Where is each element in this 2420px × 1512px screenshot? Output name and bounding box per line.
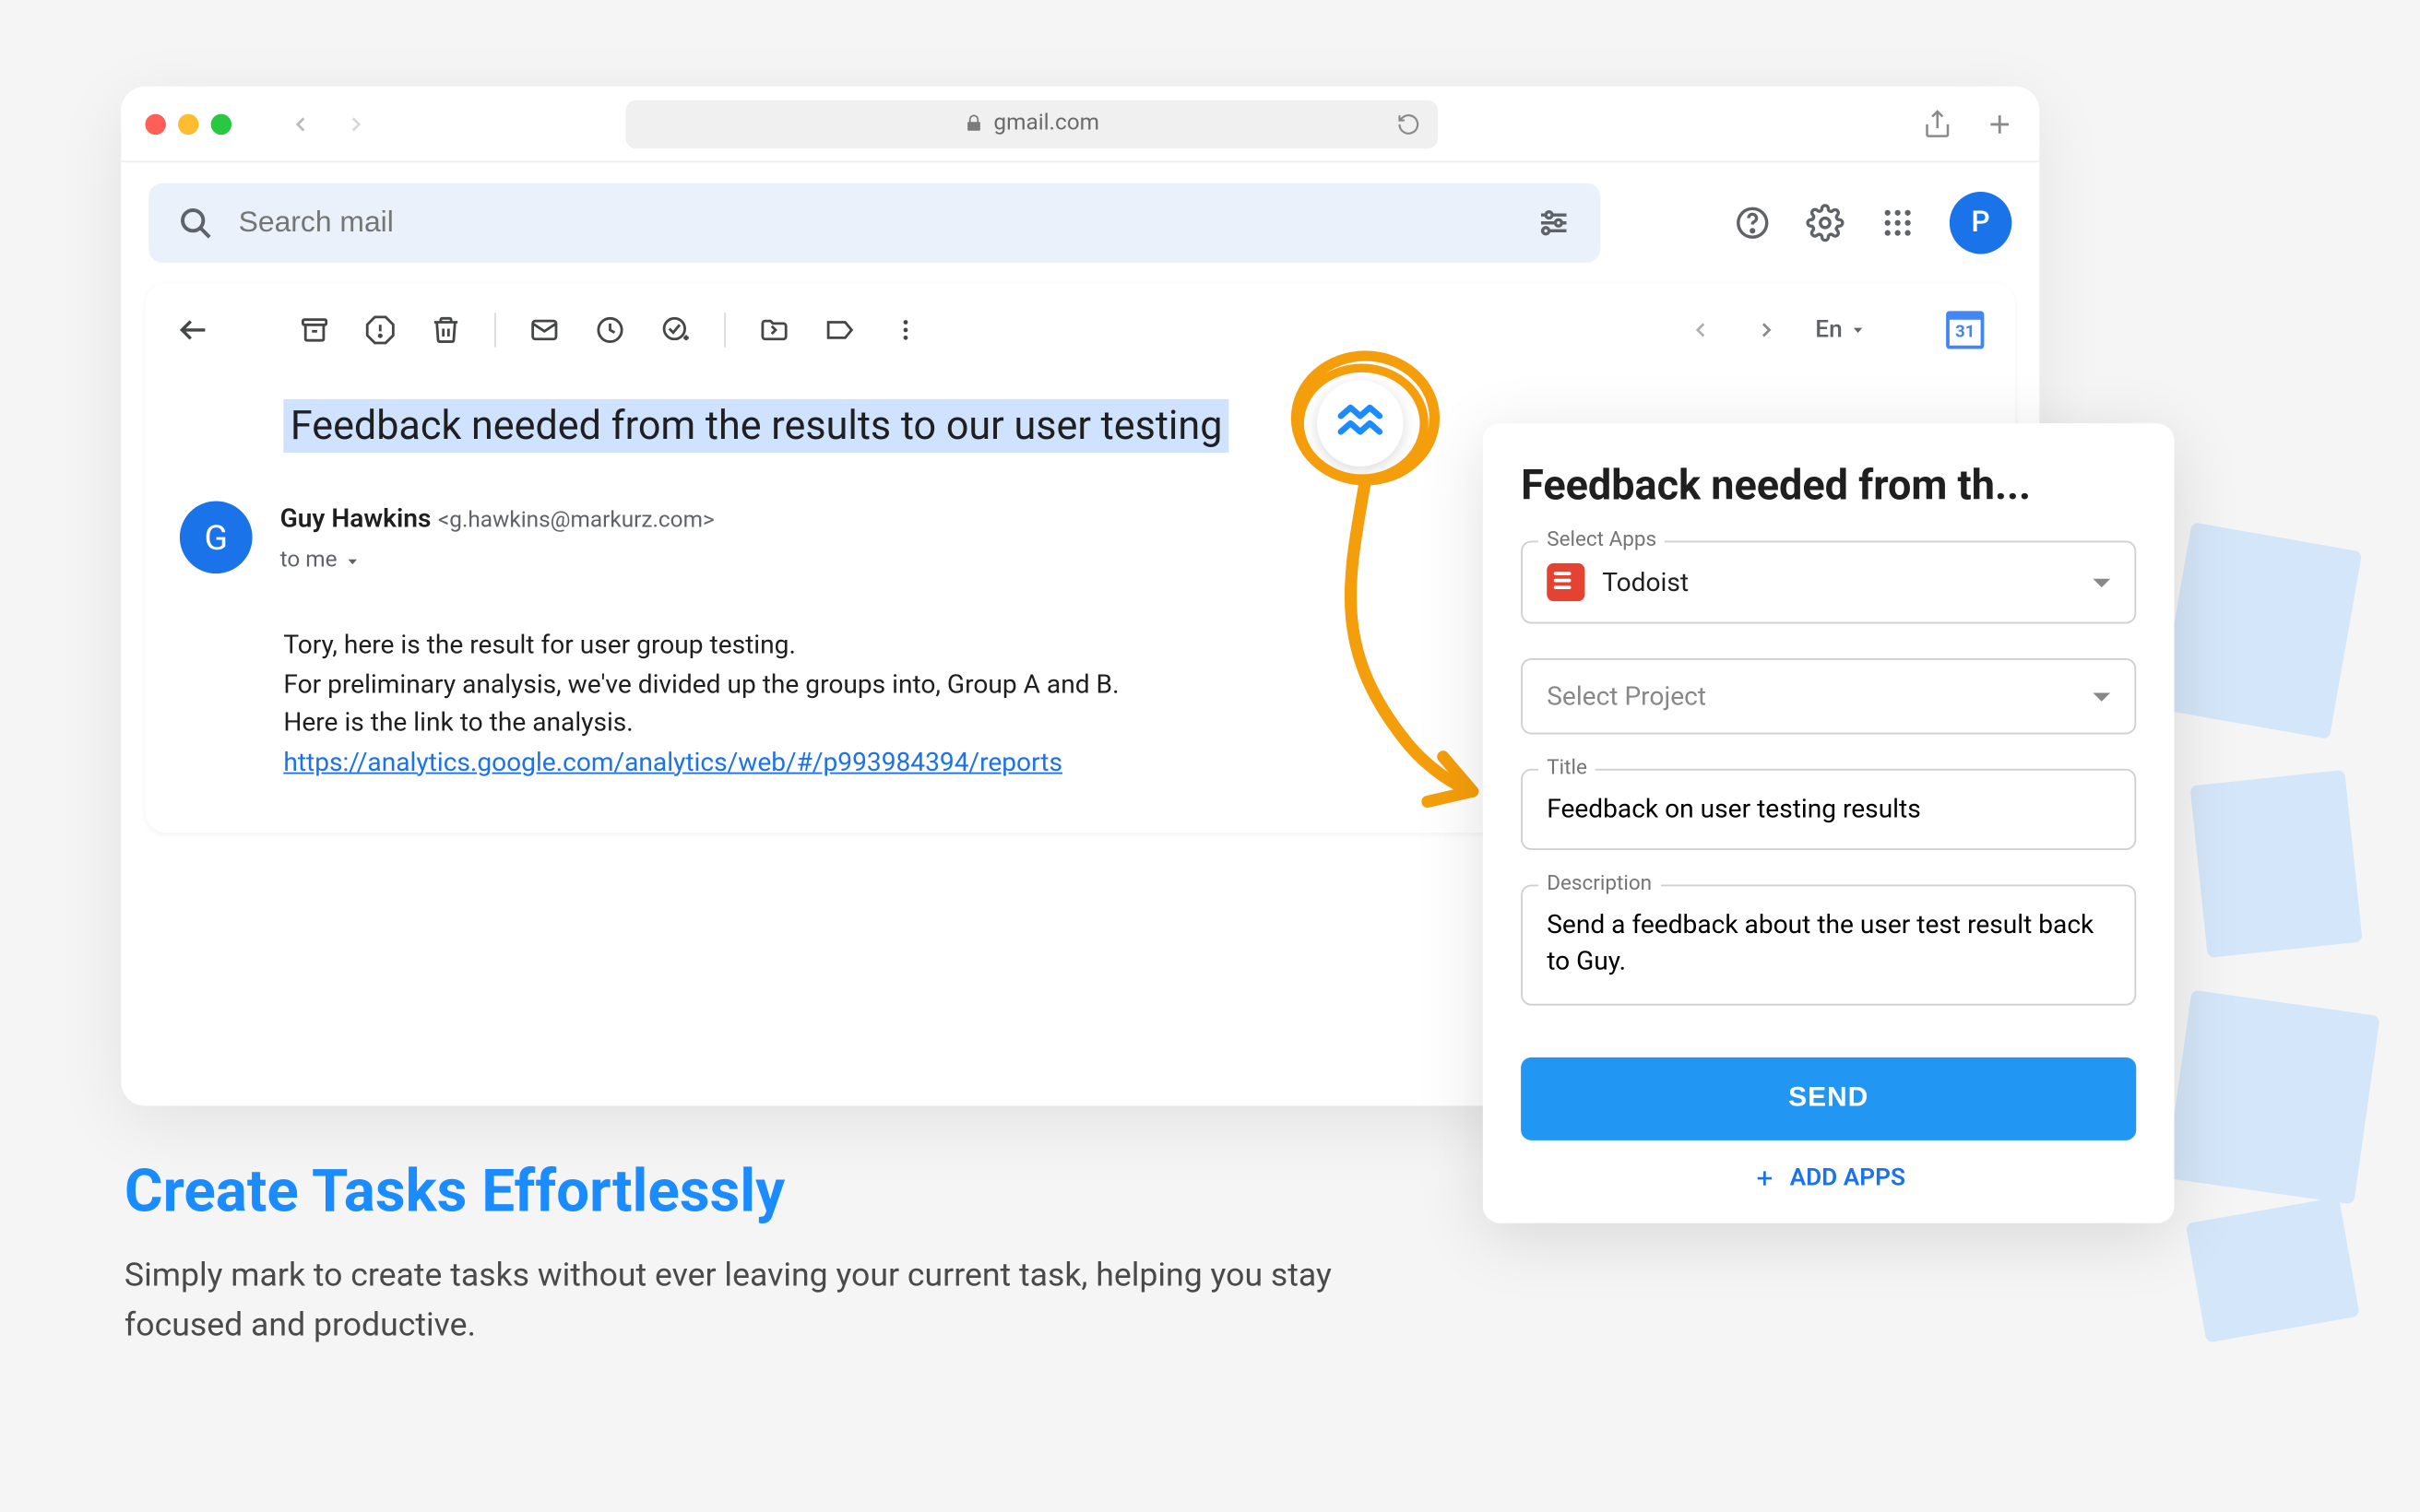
user-avatar[interactable]: P (1950, 192, 2011, 254)
select-project-placeholder: Select Project (1547, 680, 1706, 712)
back-to-inbox-icon[interactable] (176, 313, 210, 347)
add-task-icon[interactable] (658, 313, 693, 347)
snooze-icon[interactable] (593, 313, 627, 347)
description-input[interactable] (1547, 907, 2110, 980)
apps-grid-icon[interactable] (1877, 202, 1918, 243)
deco-tile (2189, 770, 2362, 958)
select-project-dropdown[interactable]: Select Project (1521, 658, 2136, 734)
email-subject[interactable]: Feedback needed from the results to our … (283, 399, 1229, 453)
settings-icon[interactable] (1804, 202, 1845, 243)
title-field[interactable] (1521, 769, 2136, 850)
markurz-logo-icon (1336, 399, 1384, 447)
prev-email-icon[interactable] (1684, 313, 1718, 347)
deco-tile (2165, 990, 2380, 1205)
selected-app-name: Todoist (1602, 567, 1689, 598)
forward-button[interactable] (336, 103, 377, 145)
next-email-icon[interactable] (1750, 313, 1784, 347)
title-input[interactable] (1547, 791, 2110, 827)
minimize-dot-icon[interactable] (178, 113, 198, 134)
language-selector[interactable]: En (1815, 316, 1867, 344)
search-box[interactable] (148, 183, 1600, 263)
reload-icon[interactable] (1396, 112, 1420, 136)
deco-tile (2186, 1197, 2360, 1342)
search-input[interactable] (239, 206, 1511, 240)
add-apps-label: ADD APPS (1790, 1164, 1905, 1192)
recipient-label[interactable]: to me (280, 548, 1612, 573)
spam-icon[interactable] (363, 313, 397, 347)
title-label: Title (1538, 755, 1596, 779)
to-me-text: to me (280, 548, 338, 573)
url-bar[interactable]: gmail.com (625, 100, 1438, 148)
close-dot-icon[interactable] (145, 113, 165, 134)
add-apps-button[interactable]: ADD APPS (1521, 1164, 2136, 1192)
language-label: En (1815, 316, 1842, 344)
markurz-extension-button[interactable] (1317, 380, 1404, 467)
create-task-panel: Feedback needed from th... Select Apps T… (1483, 423, 2175, 1223)
help-icon[interactable] (1732, 202, 1773, 243)
archive-icon[interactable] (297, 313, 331, 347)
send-button[interactable]: SEND (1521, 1057, 2136, 1140)
todoist-icon (1547, 563, 1584, 601)
mark-unread-icon[interactable] (528, 313, 562, 347)
sender-avatar[interactable]: G (180, 501, 253, 573)
marketing-headline: Create Tasks Effortlessly (125, 1158, 1335, 1227)
move-to-icon[interactable] (757, 313, 791, 347)
browser-titlebar: gmail.com (121, 87, 2039, 162)
panel-title: Feedback needed from th... (1521, 461, 2136, 509)
select-apps-dropdown[interactable]: Todoist (1521, 541, 2136, 624)
marketing-body: Simply mark to create tasks without ever… (125, 1251, 1335, 1350)
search-icon (176, 204, 214, 242)
back-button[interactable] (280, 103, 322, 145)
maximize-dot-icon[interactable] (211, 113, 231, 134)
new-tab-icon[interactable] (1984, 108, 2015, 139)
delete-icon[interactable] (429, 313, 463, 347)
search-options-icon[interactable] (1535, 204, 1572, 242)
deco-tile (2159, 522, 2362, 739)
more-icon[interactable] (888, 313, 922, 347)
gmail-header: P (121, 162, 2039, 283)
description-label: Description (1538, 870, 1661, 894)
analytics-link[interactable]: https://analytics.google.com/analytics/w… (283, 746, 1062, 777)
chevron-down-icon (344, 552, 362, 570)
plus-icon (1751, 1166, 1775, 1190)
sender-name: Guy Hawkins (280, 502, 432, 534)
window-controls[interactable] (145, 113, 231, 134)
label-icon[interactable] (823, 313, 857, 347)
url-text: gmail.com (993, 111, 1099, 136)
lock-icon (965, 114, 984, 134)
select-apps-label: Select Apps (1538, 527, 1666, 551)
calendar-sidebar-icon[interactable]: 31 (1946, 311, 1984, 348)
description-field[interactable] (1521, 884, 2136, 1005)
marketing-copy: Create Tasks Effortlessly Simply mark to… (125, 1158, 1335, 1350)
share-icon[interactable] (1922, 108, 1953, 139)
sender-email: <g.hawkins@markurz.com> (438, 508, 715, 534)
